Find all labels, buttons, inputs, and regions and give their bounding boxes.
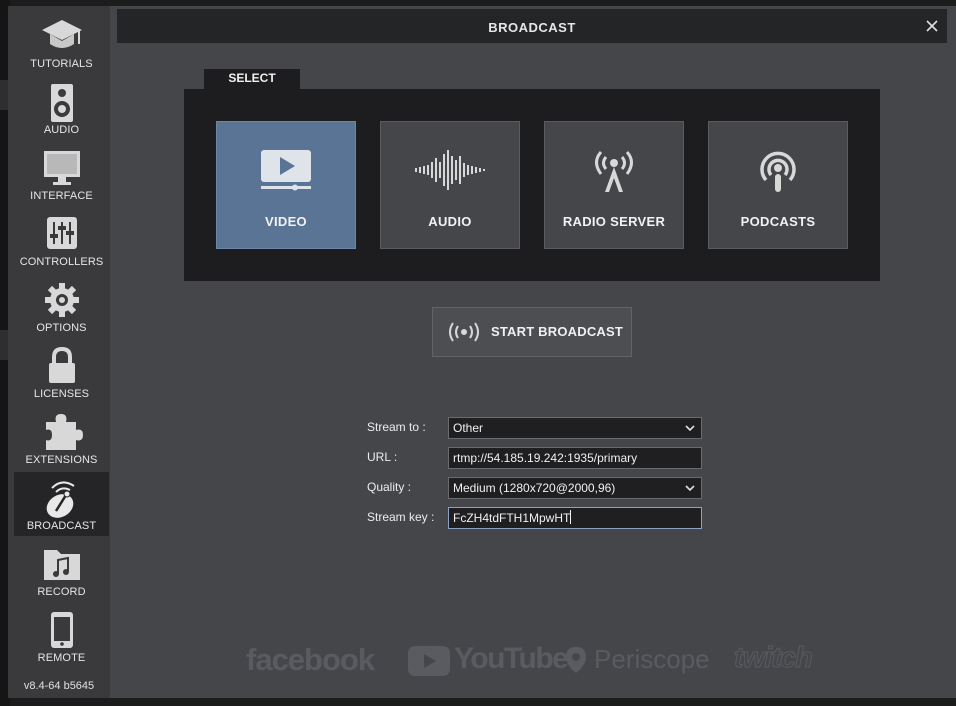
youtube-logo-text: YouTube [454, 642, 569, 675]
sidebar-item-label: LICENSES [33, 388, 90, 400]
quality-label: Quality : [367, 480, 412, 494]
broadcast-waves-icon [449, 322, 479, 342]
background-deco [0, 80, 8, 110]
chevron-down-icon [685, 485, 695, 492]
youtube-play-icon [408, 646, 450, 676]
stream-key-label: Stream key : [367, 510, 435, 524]
sidebar-item-extensions[interactable]: EXTENSIONS [14, 406, 109, 470]
tile-podcasts[interactable]: PODCASTS [708, 121, 848, 249]
sidebar-item-label: TUTORIALS [30, 58, 93, 70]
sidebar-item-label: CONTROLLERS [19, 256, 104, 268]
facebook-logo: facebook [246, 642, 375, 677]
sidebar-item-options[interactable]: OPTIONS [14, 274, 109, 338]
podcast-icon [760, 151, 796, 192]
sidebar-item-label: REMOTE [37, 652, 86, 664]
stream-key-value: FcZH4tdFTH1MpwHT [453, 511, 571, 525]
dialog-title: BROADCAST [488, 20, 576, 35]
tile-label: VIDEO [265, 214, 307, 229]
waveform-icon [415, 150, 485, 190]
version-label: v8.4-64 b5645 [23, 680, 95, 692]
text-caret [570, 510, 572, 524]
sidebar-item-label: EXTENSIONS [25, 454, 98, 466]
tile-audio[interactable]: AUDIO [380, 121, 520, 249]
chevron-down-icon [685, 425, 695, 432]
sidebar-item-broadcast[interactable]: BROADCAST [14, 472, 109, 536]
start-broadcast-label: START BROADCAST [491, 324, 624, 339]
sidebar-item-licenses[interactable]: LICENSES [14, 340, 109, 404]
stream-to-label: Stream to : [367, 420, 426, 434]
sidebar-item-remote[interactable]: REMOTE [14, 604, 109, 668]
sidebar-item-audio[interactable]: AUDIO [14, 76, 109, 140]
quality-value: Medium (1280x720@2000,96) [453, 481, 616, 495]
sidebar-item-label: AUDIO [43, 124, 80, 136]
speaker-icon [50, 84, 73, 122]
tile-label: AUDIO [428, 214, 472, 229]
close-button[interactable] [921, 15, 943, 37]
dialog-titlebar: BROADCAST [117, 9, 947, 43]
video-play-icon [261, 150, 311, 191]
tile-label: RADIO SERVER [562, 214, 666, 229]
periscope-pin-icon [566, 647, 586, 673]
monitor-icon [43, 151, 80, 185]
window-bottom-edge [110, 698, 956, 706]
tile-radio-server[interactable]: RADIO SERVER [544, 121, 684, 249]
stream-to-select[interactable]: Other [448, 417, 702, 439]
select-tab-label: SELECT [204, 69, 300, 91]
sidebar-item-record[interactable]: RECORD [14, 538, 109, 602]
music-folder-icon [43, 550, 80, 580]
tile-label: PODCASTS [740, 214, 816, 229]
sidebar-item-tutorials[interactable]: TUTORIALS [14, 10, 109, 74]
broadcast-dialog: BROADCAST SELECT VIDEO AUDIO RADIO SERVE… [110, 6, 956, 698]
gear-icon [44, 283, 79, 317]
periscope-logo-text: Periscope [594, 644, 710, 674]
url-value: rtmp://54.185.19.242:1935/primary [453, 451, 638, 465]
quality-select[interactable]: Medium (1280x720@2000,96) [448, 477, 702, 499]
phone-icon [50, 612, 73, 648]
sliders-icon [46, 217, 77, 249]
stream-key-input[interactable]: FcZH4tdFTH1MpwHT [448, 507, 702, 529]
close-icon [926, 20, 938, 32]
sidebar-item-label: OPTIONS [36, 322, 87, 334]
background-deco [0, 330, 8, 360]
sidebar-item-label: RECORD [37, 586, 86, 598]
broadcast-icon [46, 481, 75, 518]
settings-sidebar: TUTORIALS AUDIO INTERFACE CONTROLLERS OP… [8, 6, 110, 698]
sidebar-item-label: BROADCAST [26, 520, 97, 532]
sidebar-item-controllers[interactable]: CONTROLLERS [14, 208, 109, 272]
sidebar-item-label: INTERFACE [30, 190, 93, 202]
puzzle-icon [45, 414, 83, 450]
broadcast-type-panel: VIDEO AUDIO RADIO SERVER PODCASTS [184, 89, 880, 281]
tile-video[interactable]: VIDEO [216, 121, 356, 249]
radio-tower-icon [595, 150, 633, 192]
sidebar-item-interface[interactable]: INTERFACE [14, 142, 109, 206]
url-label: URL : [367, 450, 398, 464]
graduation-cap-icon [41, 20, 82, 48]
start-broadcast-button[interactable]: START BROADCAST [432, 307, 632, 357]
stream-to-value: Other [453, 421, 484, 435]
twitch-logo: twitch [734, 642, 814, 675]
url-input[interactable]: rtmp://54.185.19.242:1935/primary [448, 447, 702, 469]
lock-icon [48, 346, 75, 383]
